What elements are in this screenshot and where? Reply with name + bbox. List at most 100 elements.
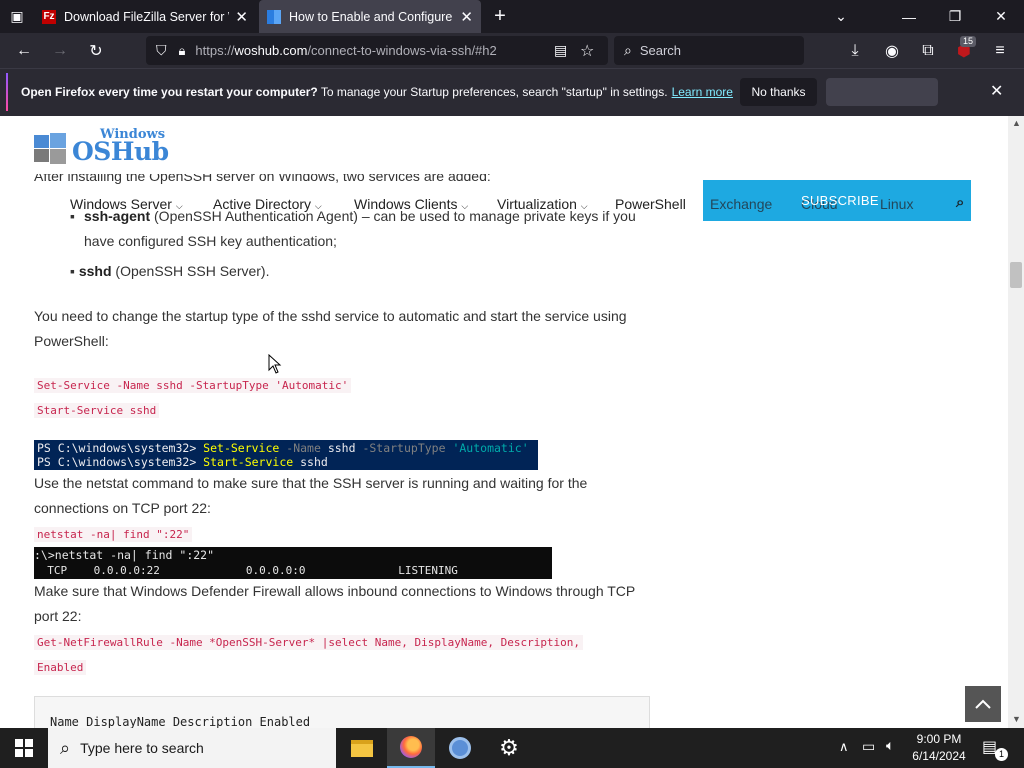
bookmark-star-icon[interactable]: ☆ — [580, 41, 594, 61]
clock-date: 6/14/2024 — [912, 749, 966, 763]
back-icon[interactable]: ← — [9, 33, 39, 68]
filezilla-favicon-icon: Fz — [42, 9, 56, 24]
nav-windows-server[interactable]: Windows Server ⌵ — [70, 196, 183, 212]
subscribe-bar: Exchange Cloud SUBSCRIBE Linux ⌕ — [703, 180, 971, 221]
lock-icon[interactable]: 🔒︎ — [179, 43, 186, 59]
url-host: woshub.com — [234, 43, 308, 58]
chevron-down-icon: ⌵ — [175, 201, 183, 211]
ps-param: -Name — [279, 441, 321, 455]
paragraph-line: Use the netstat command to make sure tha… — [34, 475, 588, 491]
extension-badge: 15 — [960, 36, 977, 47]
taskbar-search-box[interactable]: ⌕ Type here to search — [48, 728, 336, 768]
scroll-down-icon[interactable]: ▼ — [1012, 714, 1021, 724]
ssh-agent-desc2: have configured SSH key authentication; — [84, 233, 337, 249]
nav-label: Windows Server — [70, 196, 172, 212]
mouse-cursor-icon — [268, 353, 282, 379]
notification-bar: Open Firefox every time you restart your… — [0, 68, 1024, 116]
url-text[interactable]: https://woshub.com/connect-to-windows-vi… — [195, 43, 535, 58]
nav-virtualization[interactable]: Virtualization ⌵ — [497, 196, 588, 212]
paragraph-firewall: Make sure that Windows Defender Firewall… — [34, 579, 654, 629]
nav-windows-clients[interactable]: Windows Clients ⌵ — [354, 196, 468, 212]
close-window-icon[interactable]: ✕ — [978, 0, 1024, 33]
new-tab-icon[interactable]: + — [482, 0, 518, 33]
navigation-toolbar: ← → ↻ ⛉ 🔒︎ https://woshub.com/connect-to… — [0, 33, 1024, 68]
tab-list-icon[interactable]: ▣ — [2, 0, 32, 33]
tab-woshub[interactable]: How to Enable and Configure SS ✕ — [259, 0, 481, 33]
volume-muted-icon[interactable]: 🔈︎ — [886, 737, 894, 754]
nav-label: Virtualization — [497, 196, 577, 212]
tab-filezilla[interactable]: Fz Download FileZilla Server for Wi ✕ — [34, 0, 256, 33]
clock[interactable]: 9:00 PM 6/14/2024 — [912, 731, 966, 765]
ps-param: -StartupType — [355, 441, 446, 455]
settings-gear-icon[interactable]: ⚙ — [485, 728, 533, 768]
shield-icon[interactable]: ⛉ — [156, 42, 167, 59]
restore-icon[interactable]: ❐ — [932, 0, 978, 33]
paragraph-netstat: Use the netstat command to make sure tha… — [34, 471, 654, 521]
notification-secondary-button[interactable] — [826, 78, 938, 106]
paragraph-line: You need to change the startup type of t… — [34, 308, 627, 324]
forward-icon[interactable]: → — [45, 33, 75, 68]
page-scrollbar[interactable]: ▲ ▼ — [1008, 116, 1024, 728]
code-text: netstat -na| find ":22" — [34, 527, 193, 542]
chevron-down-icon: ⌵ — [314, 201, 322, 211]
ps-line-1: PS C:\windows\system32> Set-Service -Nam… — [37, 442, 529, 455]
nav-label: Windows Clients — [354, 196, 458, 212]
cmd-line-2: TCP 0.0.0.0:22 0.0.0.0:0 LISTENING — [34, 564, 458, 577]
paragraph-line: port 22: — [34, 608, 82, 624]
web-page: After installing the OpenSSH server on W… — [0, 116, 1008, 728]
nav-powershell[interactable]: PowerShell — [615, 196, 686, 212]
output-block: Name DisplayName Description Enabled — [34, 696, 650, 728]
reader-view-icon[interactable]: ▤ — [554, 42, 567, 59]
start-windows-icon[interactable] — [0, 728, 48, 768]
cmd-line-1: :\>netstat -na| find ":22" — [34, 548, 215, 562]
subscribe-button[interactable]: SUBSCRIBE — [801, 193, 879, 208]
site-logo[interactable]: Windows OSHub — [34, 127, 174, 167]
file-explorer-icon[interactable] — [338, 728, 386, 768]
list-all-tabs-icon[interactable]: ⌄ — [818, 0, 864, 33]
paragraph-line: Make sure that Windows Defender Firewall… — [34, 583, 636, 599]
chevron-up-icon[interactable]: ∧ — [839, 739, 849, 755]
close-notification-icon[interactable]: ✕ — [990, 81, 1003, 101]
nav-label: Active Directory — [213, 196, 312, 212]
tab-title: How to Enable and Configure SS — [289, 9, 455, 24]
search-bar[interactable]: ⌕ Search — [614, 36, 804, 65]
chrome-icon[interactable] — [436, 728, 484, 768]
sshd-desc: (OpenSSH SSH Server). — [111, 263, 270, 279]
ps-arg: 'Automatic' — [445, 441, 529, 455]
learn-more-link[interactable]: Learn more — [672, 85, 733, 99]
clock-time: 9:00 PM — [916, 732, 962, 746]
nav-active-directory[interactable]: Active Directory ⌵ — [213, 196, 322, 212]
ps-arg: sshd — [320, 441, 356, 455]
ps-cmd: Set-Service — [203, 441, 280, 455]
scroll-up-icon[interactable]: ▲ — [1012, 118, 1021, 128]
notification-accent — [6, 73, 8, 111]
extensions-icon[interactable]: ⧉ — [913, 33, 943, 68]
paragraph-line: connections on TCP port 22: — [34, 500, 211, 516]
nav-linux[interactable]: Linux — [880, 196, 913, 212]
search-icon: ⌕ — [624, 42, 632, 58]
site-search-icon[interactable]: ⌕ — [956, 194, 964, 211]
close-tab-icon[interactable]: ✕ — [460, 8, 473, 26]
account-icon[interactable]: ◉ — [877, 33, 907, 68]
code-text: Start-Service sshd — [34, 403, 160, 418]
close-tab-icon[interactable]: ✕ — [235, 8, 248, 26]
url-prefix: https:// — [195, 43, 235, 58]
ps-prompt: PS C:\windows\system32> — [37, 441, 204, 455]
url-path: /connect-to-windows-via-ssh/#h2 — [307, 43, 497, 58]
scrollbar-thumb[interactable] — [1010, 262, 1022, 288]
nav-exchange[interactable]: Exchange — [710, 196, 772, 212]
url-bar[interactable]: ⛉ 🔒︎ https://woshub.com/connect-to-windo… — [146, 36, 608, 65]
firefox-icon[interactable] — [387, 728, 435, 768]
back-to-top-button[interactable] — [965, 686, 1001, 722]
reload-icon[interactable]: ↻ — [81, 33, 111, 68]
network-icon[interactable]: ▭ — [862, 738, 875, 755]
windows-taskbar: ⌕ Type here to search ⚙ ∧ ▭ 🔈︎ 9:00 PM 6… — [0, 728, 1024, 768]
downloads-icon[interactable]: ⤓ — [840, 33, 870, 68]
code-get-firewall-rule: Get-NetFirewallRule -Name *OpenSSH-Serve… — [34, 635, 584, 650]
minimize-icon[interactable]: — — [886, 0, 932, 33]
search-icon: ⌕ — [60, 737, 71, 758]
no-thanks-button[interactable]: No thanks — [740, 78, 817, 106]
chevron-down-icon: ⌵ — [461, 201, 469, 211]
notification-bold: Open Firefox every time you restart your… — [21, 85, 318, 99]
menu-icon[interactable]: ≡ — [985, 33, 1015, 68]
